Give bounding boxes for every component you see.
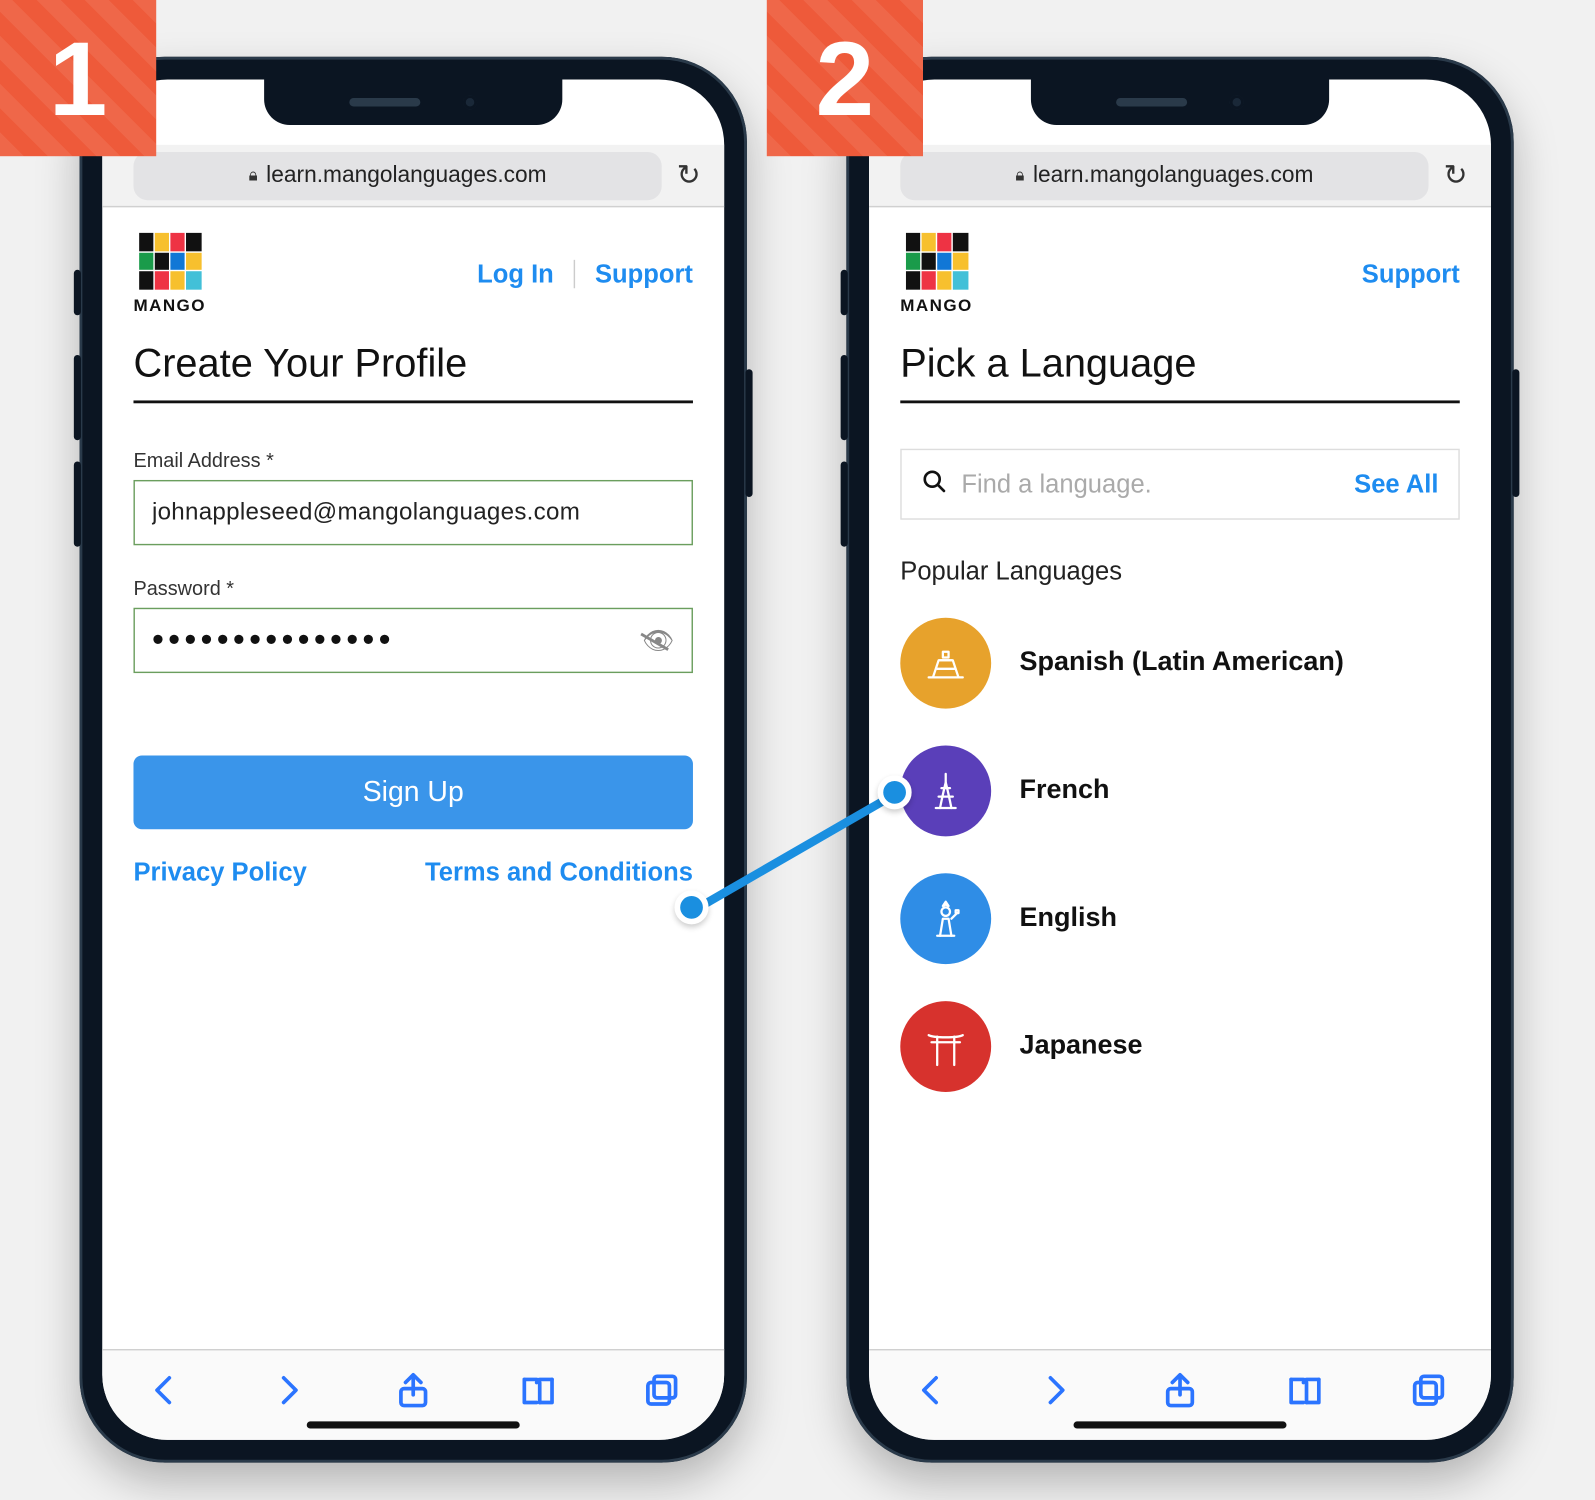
tabs-icon[interactable] [1410,1372,1447,1419]
divider [574,260,575,288]
email-label: Email Address * [133,449,692,472]
url-pill[interactable]: 🔒︎ learn.mangolanguages.com [133,151,661,199]
browser-address-bar: 🔒︎ learn.mangolanguages.com ↻ [102,145,724,207]
language-item-spanish[interactable]: Spanish (Latin American) [900,618,1459,709]
see-all-link[interactable]: See All [1354,469,1438,499]
language-name: Spanish (Latin American) [1020,648,1344,679]
language-item-japanese[interactable]: Japanese [900,1001,1459,1092]
phone-frame-2: 🔒︎ learn.mangolanguages.com ↻ MANGO [846,57,1513,1463]
privacy-policy-link[interactable]: Privacy Policy [133,858,306,888]
title-underline [900,400,1459,403]
bookmarks-icon[interactable] [519,1372,556,1419]
password-field[interactable]: ••••••••••••••• 👁︎ [133,608,692,673]
forward-icon[interactable] [270,1372,307,1419]
back-icon[interactable] [146,1372,183,1419]
url-host: learn.mangolanguages.com [266,163,546,189]
password-value: ••••••••••••••• [152,623,395,657]
reload-icon[interactable]: ↻ [1440,158,1471,194]
logo-text: MANGO [133,295,205,315]
phone-frame-1: 🔒︎ learn.mangolanguages.com ↻ MANGO [80,57,747,1463]
share-icon[interactable] [395,1372,432,1419]
browser-address-bar: 🔒︎ learn.mangolanguages.com ↻ [869,145,1491,207]
notch [1031,80,1329,125]
step-badge-2: 2 [767,0,923,156]
tabs-icon[interactable] [644,1372,681,1419]
url-pill[interactable]: 🔒︎ learn.mangolanguages.com [900,151,1428,199]
popular-languages-heading: Popular Languages [900,557,1459,587]
support-link[interactable]: Support [1362,259,1460,289]
pyramid-icon [900,618,991,709]
language-search[interactable]: Find a language. See All [900,449,1459,520]
support-link[interactable]: Support [595,259,693,289]
step-badge-1: 1 [0,0,156,156]
eiffel-icon [900,746,991,837]
terms-link[interactable]: Terms and Conditions [425,858,693,888]
logo-mark [905,233,967,290]
home-indicator [1074,1421,1287,1428]
login-link[interactable]: Log In [477,259,554,289]
password-label: Password * [133,577,692,600]
search-icon [922,468,948,501]
logo-mark [138,233,200,290]
mango-logo[interactable]: MANGO [133,233,205,315]
language-name: Japanese [1020,1031,1143,1062]
url-host: learn.mangolanguages.com [1033,163,1313,189]
email-field[interactable]: johnappleseed@mangolanguages.com [133,480,692,545]
logo-text: MANGO [900,295,972,315]
lock-icon: 🔒︎ [249,165,258,186]
liberty-icon [900,873,991,964]
page-title: Create Your Profile [133,341,692,386]
language-name: English [1020,903,1117,934]
language-item-english[interactable]: English [900,873,1459,964]
mango-logo[interactable]: MANGO [900,233,972,315]
search-placeholder: Find a language. [961,469,1340,499]
back-icon[interactable] [913,1372,950,1419]
page-title: Pick a Language [900,341,1459,386]
forward-icon[interactable] [1037,1372,1074,1419]
language-name: French [1020,775,1110,806]
bookmarks-icon[interactable] [1286,1372,1323,1419]
title-underline [133,400,692,403]
reload-icon[interactable]: ↻ [673,158,704,194]
toggle-password-visibility-icon[interactable]: 👁︎ [642,626,674,656]
notch [264,80,562,125]
email-value: johnappleseed@mangolanguages.com [152,498,580,526]
share-icon[interactable] [1162,1372,1199,1419]
torii-icon [900,1001,991,1092]
language-item-french[interactable]: French [900,746,1459,837]
signup-button[interactable]: Sign Up [133,755,692,829]
lock-icon: 🔒︎ [1015,165,1024,186]
home-indicator [307,1421,520,1428]
